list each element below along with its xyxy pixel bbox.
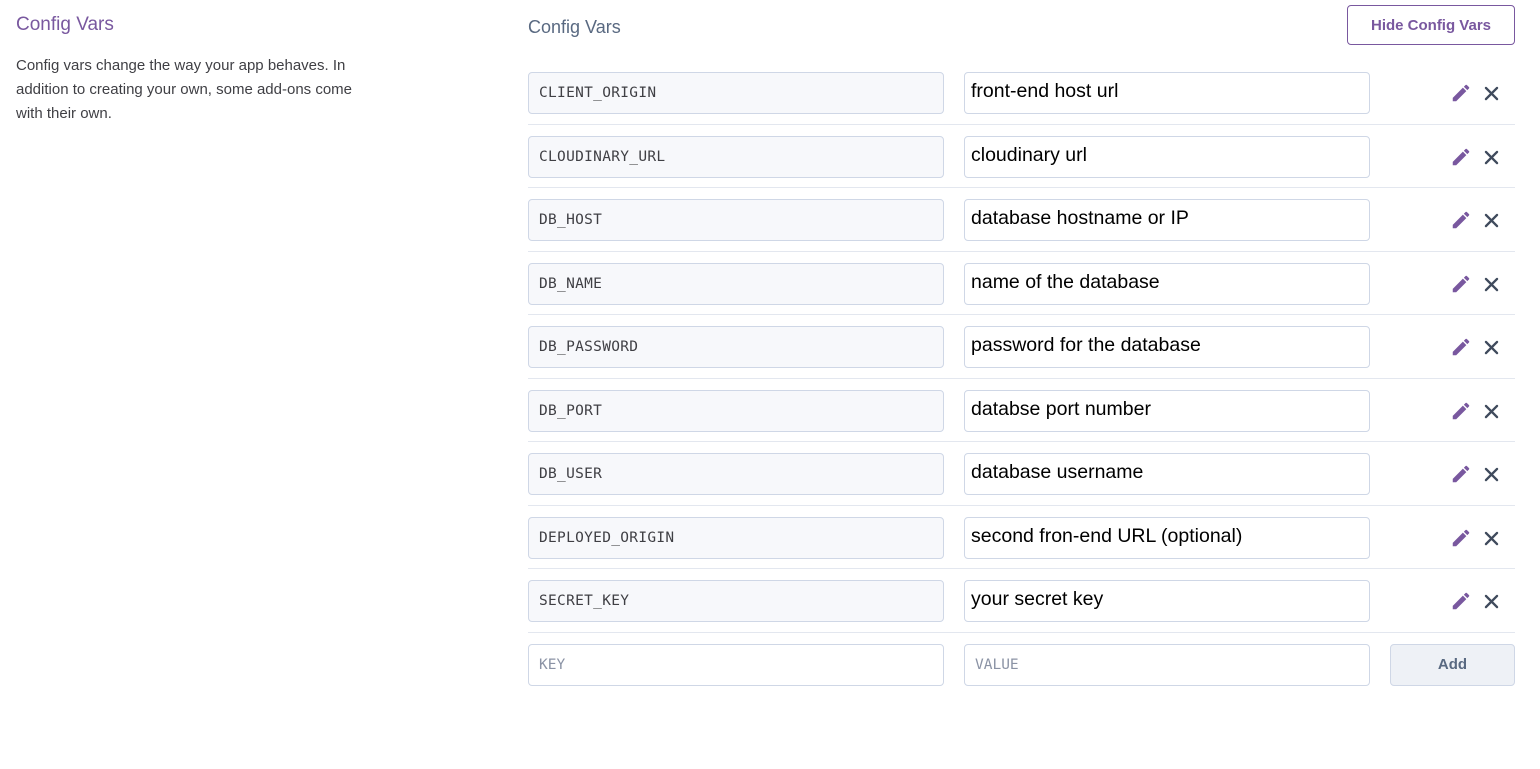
pencil-icon[interactable]	[1450, 82, 1472, 104]
config-var-value[interactable]: cloudinary url	[964, 135, 1370, 178]
config-var-key[interactable]: SECRET_KEY	[528, 580, 944, 622]
config-var-value[interactable]: your secret key	[964, 580, 1370, 622]
pencil-icon[interactable]	[1450, 463, 1472, 485]
config-var-row-cloudinary-url: CLOUDINARY_URL cloudinary url	[528, 125, 1515, 188]
pencil-icon[interactable]	[1450, 527, 1472, 549]
config-var-key[interactable]: DB_USER	[528, 453, 944, 495]
config-var-value[interactable]: database username	[964, 453, 1370, 495]
config-var-row-db-password: DB_PASSWORD password for the database	[528, 315, 1515, 379]
close-icon[interactable]	[1482, 529, 1501, 548]
config-var-row-deployed-origin: DEPLOYED_ORIGIN second fron-end URL (opt…	[528, 506, 1515, 569]
add-var-row: Add	[528, 633, 1515, 697]
config-var-row-db-name: DB_NAME name of the database	[528, 252, 1515, 315]
config-var-row-secret-key: SECRET_KEY your secret key	[528, 569, 1515, 633]
config-var-key[interactable]: CLIENT_ORIGIN	[528, 72, 944, 114]
config-var-key[interactable]: DB_HOST	[528, 199, 944, 241]
intro-title: Config Vars	[16, 14, 114, 35]
config-var-row-db-port: DB_PORT databse port number	[528, 379, 1515, 442]
config-var-value[interactable]: database hostname or IP	[964, 199, 1370, 241]
close-icon[interactable]	[1482, 275, 1501, 294]
close-icon[interactable]	[1482, 84, 1501, 103]
close-icon[interactable]	[1482, 211, 1501, 230]
config-var-key[interactable]: DB_NAME	[528, 262, 944, 305]
intro-description: Config vars change the way your app beha…	[16, 57, 353, 122]
pencil-icon[interactable]	[1450, 336, 1472, 358]
config-var-value[interactable]: front-end host url	[964, 72, 1370, 114]
pencil-icon[interactable]	[1450, 146, 1472, 168]
pencil-icon[interactable]	[1450, 400, 1472, 422]
config-vars-page: Config Vars Config vars change the way y…	[0, 0, 1540, 769]
config-var-row-db-user: DB_USER database username	[528, 442, 1515, 506]
config-var-key[interactable]: DEPLOYED_ORIGIN	[528, 516, 944, 559]
config-var-value[interactable]: second fron-end URL (optional)	[964, 516, 1370, 559]
config-var-value[interactable]: name of the database	[964, 262, 1370, 305]
config-var-key[interactable]: DB_PASSWORD	[528, 326, 944, 368]
close-icon[interactable]	[1482, 402, 1501, 421]
pencil-icon[interactable]	[1450, 209, 1472, 231]
close-icon[interactable]	[1482, 338, 1501, 357]
config-var-value[interactable]: databse port number	[964, 389, 1370, 432]
close-icon[interactable]	[1482, 148, 1501, 167]
new-value-input[interactable]	[964, 643, 1370, 686]
close-icon[interactable]	[1482, 465, 1501, 484]
config-var-row-db-host: DB_HOST database hostname or IP	[528, 188, 1515, 252]
new-key-input[interactable]	[528, 643, 944, 686]
add-button[interactable]: Add	[1390, 643, 1515, 686]
config-var-row-client-origin: CLIENT_ORIGIN front-end host url	[528, 61, 1515, 125]
config-var-key[interactable]: DB_PORT	[528, 389, 944, 432]
hide-config-vars-button[interactable]: Hide Config Vars	[1347, 5, 1515, 45]
section-title: Config Vars	[528, 17, 621, 37]
intro-panel: Config Vars Config vars change the way y…	[16, 12, 376, 126]
config-vars-list: CLIENT_ORIGIN front-end host url CLOUDIN…	[528, 61, 1515, 696]
close-icon[interactable]	[1482, 592, 1501, 611]
config-var-value[interactable]: password for the database	[964, 326, 1370, 368]
pencil-icon[interactable]	[1450, 273, 1472, 295]
pencil-icon[interactable]	[1450, 590, 1472, 612]
config-var-key[interactable]: CLOUDINARY_URL	[528, 135, 944, 178]
